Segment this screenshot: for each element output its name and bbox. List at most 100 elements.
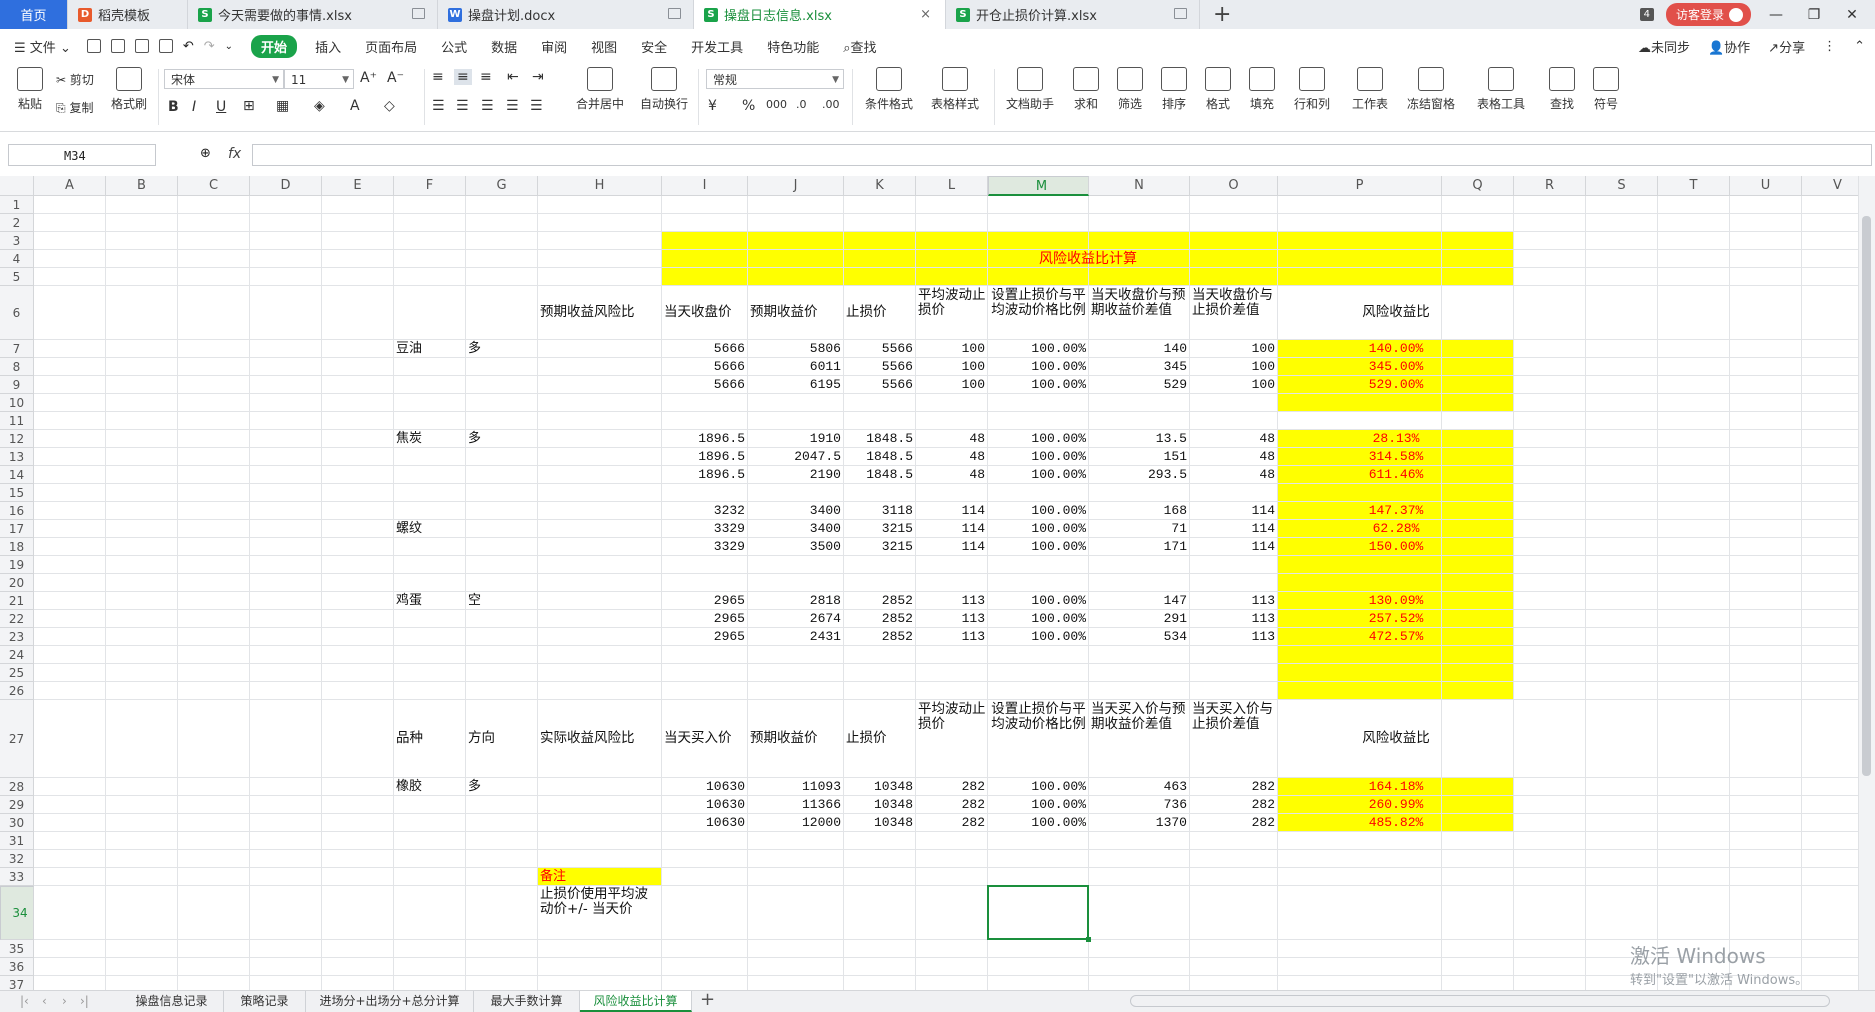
more-icon[interactable]: ⋮: [1823, 39, 1836, 54]
column-header-u[interactable]: U: [1730, 176, 1802, 196]
data-cell-m[interactable]: 100.00%: [988, 449, 1086, 464]
risk-reward-ratio[interactable]: 164.18%: [1278, 779, 1514, 794]
data-cell-j[interactable]: 2674: [748, 611, 841, 626]
data-cell-l[interactable]: 100: [916, 341, 985, 356]
risk-reward-ratio[interactable]: 28.13%: [1278, 431, 1514, 446]
menu-security[interactable]: 安全: [641, 37, 667, 56]
data-cell-k[interactable]: 2852: [844, 629, 913, 644]
tab-window-icon[interactable]: [668, 8, 681, 19]
data-cell-i[interactable]: 5666: [662, 377, 745, 392]
data-cell-l[interactable]: 114: [916, 539, 985, 554]
data-cell-i[interactable]: 2965: [662, 593, 745, 608]
data-cell-n[interactable]: 147: [1089, 593, 1187, 608]
data-cell-k[interactable]: 10348: [844, 779, 913, 794]
data-cell-l[interactable]: 48: [916, 431, 985, 446]
format-button[interactable]: 格式: [1198, 63, 1238, 112]
column-header-m[interactable]: M: [988, 176, 1089, 196]
minimize-icon[interactable]: —: [1763, 7, 1789, 23]
column-header-g[interactable]: G: [466, 176, 538, 196]
row-header-31[interactable]: 31: [0, 832, 34, 850]
risk-reward-ratio[interactable]: 140.00%: [1278, 341, 1514, 356]
data-cell-l[interactable]: 100: [916, 359, 985, 374]
column-header-a[interactable]: A: [34, 176, 106, 196]
menu-page-layout[interactable]: 页面布局: [365, 37, 417, 56]
risk-reward-ratio[interactable]: 62.28%: [1278, 521, 1514, 536]
tab-stoploss-xlsx[interactable]: S 开仓止损价计算.xlsx: [946, 0, 1200, 29]
data-cell-l[interactable]: 114: [916, 503, 985, 518]
column-header-b[interactable]: B: [106, 176, 178, 196]
select-all-corner[interactable]: [0, 176, 34, 196]
data-cell-j[interactable]: 2047.5: [748, 449, 841, 464]
data-cell-j[interactable]: 6011: [748, 359, 841, 374]
sheet-tab-score[interactable]: 进场分+出场分+总分计算: [306, 991, 474, 1012]
data-cell-o[interactable]: 100: [1190, 359, 1275, 374]
data-cell-i[interactable]: 2965: [662, 611, 745, 626]
tab-plan-docx[interactable]: W 操盘计划.docx: [438, 0, 694, 29]
data-cell-m[interactable]: 100.00%: [988, 611, 1086, 626]
scroll-thumb[interactable]: [1862, 216, 1871, 776]
tab-todo-xlsx[interactable]: S 今天需要做的事情.xlsx: [188, 0, 438, 29]
data-cell-j[interactable]: 3400: [748, 521, 841, 536]
data-cell-m[interactable]: 100.00%: [988, 593, 1086, 608]
row-header-13[interactable]: 13: [0, 448, 34, 466]
column-header-q[interactable]: Q: [1442, 176, 1514, 196]
data-cell-k[interactable]: 3215: [844, 521, 913, 536]
row-header-34[interactable]: 34: [0, 886, 34, 940]
data-cell-j[interactable]: 3500: [748, 539, 841, 554]
maximize-icon[interactable]: ❐: [1801, 7, 1827, 23]
data-cell-j[interactable]: 2190: [748, 467, 841, 482]
data-cell-m[interactable]: 100.00%: [988, 377, 1086, 392]
row-header-16[interactable]: 16: [0, 502, 34, 520]
number-format-select[interactable]: 常规 ▼: [706, 69, 844, 89]
data-cell-j[interactable]: 3400: [748, 503, 841, 518]
tab-log-xlsx[interactable]: S 操盘日志信息.xlsx ×: [694, 0, 946, 29]
data-cell-m[interactable]: 100.00%: [988, 797, 1086, 812]
data-cell-k[interactable]: 10348: [844, 797, 913, 812]
vertical-scrollbar[interactable]: [1858, 176, 1875, 991]
data-cell-m[interactable]: 100.00%: [988, 341, 1086, 356]
copy-button[interactable]: ⎘ 复制: [56, 99, 93, 116]
data-cell-l[interactable]: 48: [916, 449, 985, 464]
data-cell-o[interactable]: 113: [1190, 629, 1275, 644]
data-cell-o[interactable]: 282: [1190, 797, 1275, 812]
row-header-9[interactable]: 9: [0, 376, 34, 394]
data-cell-n[interactable]: 463: [1089, 779, 1187, 794]
column-header-j[interactable]: J: [748, 176, 844, 196]
distribute-icon[interactable]: ☰: [530, 98, 543, 114]
bold-icon[interactable]: B: [168, 99, 179, 115]
fx-icon[interactable]: fx: [228, 146, 241, 162]
menu-special[interactable]: 特色功能: [767, 37, 819, 56]
format-painter-button[interactable]: 格式刷: [108, 63, 150, 112]
data-cell-k[interactable]: 3118: [844, 503, 913, 518]
row-header-6[interactable]: 6: [0, 286, 34, 340]
cell-style-icon[interactable]: ▦: [276, 98, 289, 114]
align-middle-icon[interactable]: ≡: [454, 69, 472, 85]
tab-daoke[interactable]: D 稻壳模板: [68, 0, 188, 29]
data-cell-i[interactable]: 10630: [662, 797, 745, 812]
underline-icon[interactable]: U: [216, 99, 226, 115]
risk-reward-ratio[interactable]: 611.46%: [1278, 467, 1514, 482]
data-cell-i[interactable]: 3232: [662, 503, 745, 518]
font-color-icon[interactable]: A: [350, 98, 360, 114]
find-button[interactable]: 查找: [1542, 63, 1582, 112]
currency-icon[interactable]: ¥: [708, 98, 717, 114]
new-tab-button[interactable]: +: [1213, 2, 1231, 27]
data-cell-l[interactable]: 282: [916, 815, 985, 830]
doc-helper-button[interactable]: 文档助手: [1002, 63, 1058, 112]
font-shrink-icon[interactable]: A⁻: [387, 70, 404, 86]
row-header-35[interactable]: 35: [0, 940, 34, 958]
column-header-d[interactable]: D: [250, 176, 322, 196]
risk-reward-ratio[interactable]: 345.00%: [1278, 359, 1514, 374]
align-bottom-icon[interactable]: ≡: [480, 69, 492, 85]
data-cell-l[interactable]: 48: [916, 467, 985, 482]
menu-search[interactable]: ⌕查找: [843, 37, 876, 56]
menu-view[interactable]: 视图: [591, 37, 617, 56]
data-cell-l[interactable]: 282: [916, 797, 985, 812]
data-cell-k[interactable]: 5566: [844, 359, 913, 374]
data-cell-j[interactable]: 2431: [748, 629, 841, 644]
data-cell-m[interactable]: 100.00%: [988, 629, 1086, 644]
spreadsheet-grid[interactable]: ABCDEFGHIJKLMNOPQRSTUVW12345678910111213…: [0, 176, 1875, 991]
data-cell-m[interactable]: 100.00%: [988, 815, 1086, 830]
paste-button[interactable]: 粘贴: [10, 63, 50, 112]
data-cell-o[interactable]: 48: [1190, 449, 1275, 464]
